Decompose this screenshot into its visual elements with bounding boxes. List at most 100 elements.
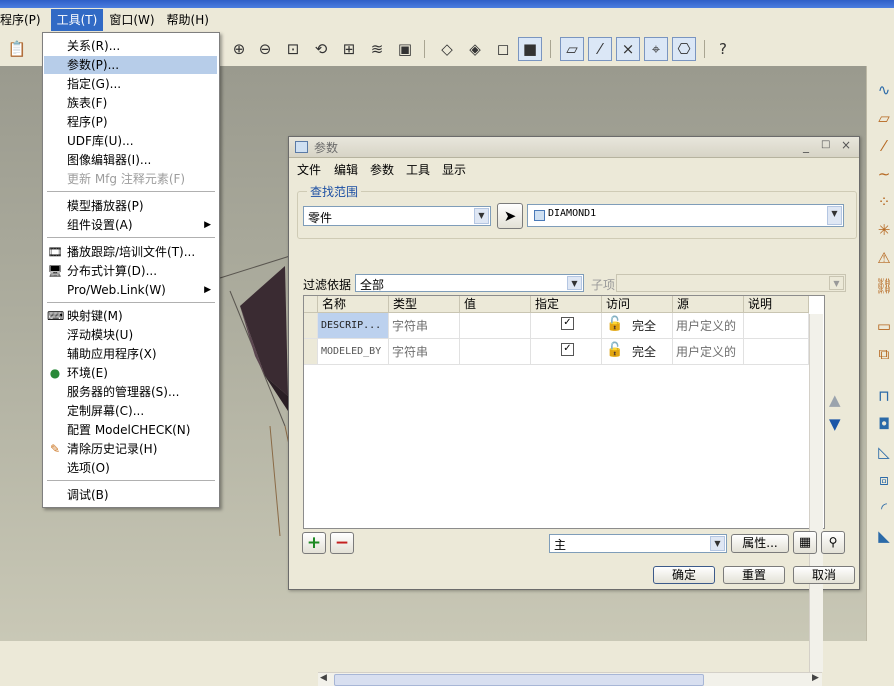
coordinate-systems-icon[interactable]: ⌖ xyxy=(644,37,668,61)
menu-item-distributed-computing[interactable]: 🖥 分布式计算(D)... xyxy=(44,262,217,280)
dialog-menu-display[interactable]: 显示 xyxy=(442,161,466,178)
datum-point-tool-icon[interactable]: ⁘ xyxy=(873,192,894,212)
menu-item-image-editor[interactable]: 图像编辑器(I)... xyxy=(44,151,217,169)
cell-source[interactable]: 用户定义的 xyxy=(673,313,744,339)
menu-window[interactable]: 窗口(W) xyxy=(103,9,160,31)
no-hidden-icon[interactable]: ◻ xyxy=(492,38,514,60)
menu-item-modelcheck[interactable]: 配置 ModelCHECK(N) xyxy=(44,421,217,439)
scope-type-select[interactable]: 零件 ▼ xyxy=(303,206,491,226)
scope-model-select[interactable]: DIAMOND1 ▼ xyxy=(527,204,844,227)
menu-tools[interactable]: 工具(T) xyxy=(50,9,104,31)
select-model-button[interactable]: ➤ xyxy=(497,203,523,229)
saved-views-icon[interactable]: ⊞ xyxy=(338,38,360,60)
copy-tool-icon[interactable]: ⧉ xyxy=(873,344,894,364)
cell-name[interactable]: DESCRIP... xyxy=(318,313,389,339)
wireframe-icon[interactable]: ◇ xyxy=(436,38,458,60)
shell-tool-icon[interactable]: ⧈ xyxy=(873,470,894,490)
menu-item-clear-history[interactable]: ✎ 清除历史记录(H) xyxy=(44,440,217,458)
shading-icon[interactable]: ■ xyxy=(518,37,542,61)
scroll-left-icon[interactable]: ◀ xyxy=(320,673,327,683)
chamfer-tool-icon[interactable]: ◣ xyxy=(873,526,894,546)
cell-value[interactable] xyxy=(460,339,531,365)
menu-program[interactable]: 程序(P) xyxy=(0,9,47,31)
extrude-tool-icon[interactable]: ⊓ xyxy=(873,386,894,406)
column-header-name[interactable]: 名称 xyxy=(318,296,389,313)
menu-item-auxiliary-apps[interactable]: 辅助应用程序(X) xyxy=(44,345,217,363)
menu-item-environment[interactable]: ● 环境(E) xyxy=(44,364,217,382)
datum-axes-icon[interactable]: ⁄ xyxy=(588,37,612,61)
menu-item-trail-file[interactable]: 🎞 播放跟踪/培训文件(T)... xyxy=(44,243,217,261)
dialog-menu-tools[interactable]: 工具 xyxy=(406,161,430,178)
table-columns-button[interactable]: ▦ xyxy=(793,531,817,554)
properties-button[interactable]: 属性... xyxy=(731,534,789,553)
main-select[interactable]: 主 ▼ xyxy=(549,534,727,553)
menu-item-udf-library[interactable]: UDF库(U)... xyxy=(44,132,217,150)
chain-tool-icon[interactable]: ⛓ xyxy=(873,276,894,296)
dialog-menu-parameter[interactable]: 参数 xyxy=(370,161,394,178)
column-header-type[interactable]: 类型 xyxy=(389,296,460,313)
table-vertical-scrollbar[interactable] xyxy=(809,314,823,672)
move-down-icon[interactable]: ▼ xyxy=(829,415,841,433)
menu-item-parameters[interactable]: 参数(P)... xyxy=(44,56,217,74)
cell-description[interactable] xyxy=(744,313,809,339)
menu-item-server-manager[interactable]: 服务器的管理器(S)... xyxy=(44,383,217,401)
menu-item-relations[interactable]: 关系(R)... xyxy=(44,37,217,55)
dialog-title-bar[interactable]: 参数 _ □ × xyxy=(289,137,859,158)
menu-item-assign[interactable]: 指定(G)... xyxy=(44,75,217,93)
hidden-line-icon[interactable]: ◈ xyxy=(464,38,486,60)
analysis-tool-icon[interactable]: ⚠ xyxy=(873,248,894,268)
menu-help[interactable]: 帮助(H) xyxy=(161,9,215,31)
move-up-icon[interactable]: ▲ xyxy=(829,391,841,409)
paste-icon[interactable]: 📋 xyxy=(6,38,28,60)
round-tool-icon[interactable]: ◜ xyxy=(873,498,894,518)
column-header-value[interactable]: 值 xyxy=(460,296,531,313)
menu-item-mapkeys[interactable]: ⌨ 映射键(M) xyxy=(44,307,217,325)
context-help-icon[interactable]: ? xyxy=(712,38,734,60)
cell-type[interactable]: 字符串 xyxy=(389,339,460,365)
dialog-menu-file[interactable]: 文件 xyxy=(297,161,321,178)
find-parameters-button[interactable]: ⚲ xyxy=(821,531,845,554)
ok-button[interactable]: 确定 xyxy=(653,566,715,584)
close-icon[interactable]: × xyxy=(841,138,851,152)
coordinate-system-tool-icon[interactable]: ✳ xyxy=(873,220,894,240)
datum-planes-icon[interactable]: ▱ xyxy=(560,37,584,61)
menu-item-model-player[interactable]: 模型播放器(P) xyxy=(44,197,217,215)
zoom-in-icon[interactable]: ⊕ xyxy=(228,38,250,60)
menu-item-weblink[interactable]: Pro/Web.Link(W) ▶ xyxy=(44,281,217,299)
menu-item-debug[interactable]: 调试(B) xyxy=(44,486,217,504)
designate-checkbox[interactable]: ✓ xyxy=(561,317,574,330)
filter-select[interactable]: 全部 ▼ xyxy=(355,274,584,292)
column-header-designate[interactable]: 指定 xyxy=(531,296,602,313)
cell-source[interactable]: 用户定义的 xyxy=(673,339,744,365)
menu-item-family-table[interactable]: 族表(F) xyxy=(44,94,217,112)
add-parameter-button[interactable]: + xyxy=(302,532,326,554)
table-horizontal-scrollbar[interactable]: ◀ ▶ xyxy=(318,672,822,686)
maximize-icon[interactable]: □ xyxy=(821,139,830,150)
layers-icon[interactable]: ≋ xyxy=(366,38,388,60)
datum-points-icon[interactable]: × xyxy=(616,37,640,61)
rib-tool-icon[interactable]: ◺ xyxy=(873,442,894,462)
column-header-access[interactable]: 访问 xyxy=(602,296,673,313)
minimize-icon[interactable]: _ xyxy=(803,139,809,153)
dialog-menu-edit[interactable]: 编辑 xyxy=(334,161,358,178)
column-header-description[interactable]: 说明 xyxy=(744,296,809,313)
cell-type[interactable]: 字符串 xyxy=(389,313,460,339)
remove-parameter-button[interactable]: − xyxy=(330,532,354,554)
menu-item-floating-modules[interactable]: 浮动模块(U) xyxy=(44,326,217,344)
cell-name[interactable]: MODELED_BY xyxy=(318,339,389,365)
menu-item-options[interactable]: 选项(O) xyxy=(44,459,217,477)
datum-axis-tool-icon[interactable]: ⁄ xyxy=(873,136,894,156)
cancel-button[interactable]: 取消 xyxy=(793,566,855,584)
datum-plane-tool-icon[interactable]: ▱ xyxy=(873,108,894,128)
reorient-icon[interactable]: ⟲ xyxy=(310,38,332,60)
cell-value[interactable] xyxy=(460,313,531,339)
scroll-thumb[interactable] xyxy=(334,674,704,686)
menu-item-assembly-settings[interactable]: 组件设置(A) ▶ xyxy=(44,216,217,234)
view-manager-icon[interactable]: ▣ xyxy=(394,38,416,60)
designate-checkbox[interactable]: ✓ xyxy=(561,343,574,356)
annotations-icon[interactable]: ⎔ xyxy=(672,37,696,61)
zoom-fit-icon[interactable]: ⊡ xyxy=(282,38,304,60)
datum-curve-tool-icon[interactable]: ∼ xyxy=(873,164,894,184)
reset-button[interactable]: 重置 xyxy=(723,566,785,584)
hole-tool-icon[interactable]: ◘ xyxy=(873,414,894,434)
